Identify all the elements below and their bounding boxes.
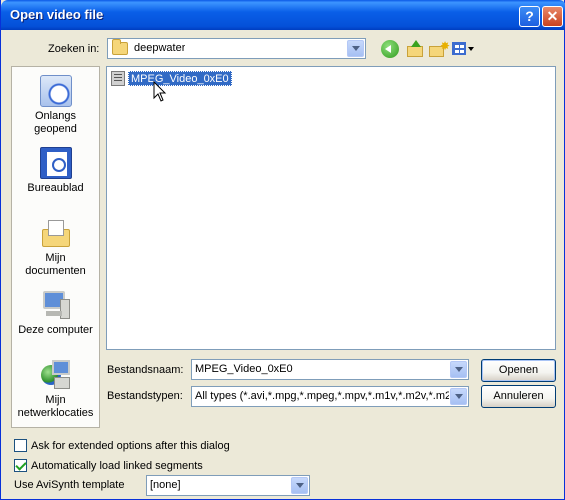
- back-icon[interactable]: [381, 40, 399, 58]
- desktop-icon: [39, 147, 72, 179]
- filename-value: MPEG_Video_0xE0: [195, 363, 293, 375]
- place-label: Onlangs geopend: [34, 110, 77, 135]
- new-folder-icon[interactable]: ✸: [429, 40, 450, 58]
- place-my-computer[interactable]: Deze computer: [12, 289, 99, 337]
- my-computer-icon: [40, 289, 72, 321]
- place-label: Mijn netwerklocaties: [17, 394, 94, 419]
- avisynth-value: [none]: [150, 479, 181, 491]
- network-places-icon: [40, 359, 72, 391]
- place-label: Bureaublad: [27, 182, 84, 194]
- linked-segments-label: Automatically load linked segments: [31, 460, 203, 472]
- place-desktop[interactable]: Bureaublad: [12, 147, 99, 195]
- cancel-button[interactable]: Annuleren: [481, 385, 556, 408]
- place-label: Deze computer: [18, 324, 93, 336]
- filename-label: Bestandsnaam:: [107, 364, 184, 376]
- filename-field[interactable]: MPEG_Video_0xE0: [191, 359, 469, 380]
- place-label: Mijn documenten: [25, 252, 86, 277]
- chevron-down-icon[interactable]: [347, 40, 364, 57]
- view-menu-icon[interactable]: [452, 40, 474, 58]
- avisynth-label: Use AviSynth template: [14, 479, 125, 491]
- place-my-documents[interactable]: Mijn documenten: [12, 217, 99, 278]
- places-bar: Onlangs geopend Bureaublad Mijn document…: [11, 66, 100, 428]
- title-bar[interactable]: Open video file ? ✕: [1, 0, 565, 30]
- filetype-value: All types (*.avi,*.mpg,*.mpeg,*.mpv,*.m1…: [195, 390, 449, 402]
- file-list[interactable]: MPEG_Video_0xE0: [106, 66, 556, 350]
- my-documents-icon: [40, 217, 72, 249]
- filetype-dropdown[interactable]: All types (*.avi,*.mpg,*.mpeg,*.mpv,*.m1…: [191, 386, 469, 407]
- close-button[interactable]: ✕: [542, 6, 563, 27]
- look-in-dropdown[interactable]: deepwater: [107, 38, 366, 59]
- chevron-down-icon[interactable]: [291, 477, 308, 494]
- open-video-dialog: Open video file ? ✕ Zoeken in: deepwater…: [0, 0, 565, 500]
- open-button[interactable]: Openen: [481, 359, 556, 382]
- extended-options-checkbox[interactable]: [14, 439, 27, 452]
- up-folder-icon[interactable]: [406, 40, 424, 58]
- place-recent[interactable]: Onlangs geopend: [12, 75, 99, 136]
- place-network[interactable]: Mijn netwerklocaties: [12, 359, 99, 420]
- avisynth-dropdown[interactable]: [none]: [146, 475, 310, 496]
- file-name: MPEG_Video_0xE0: [128, 71, 232, 86]
- filetype-label: Bestandstypen:: [107, 390, 183, 402]
- linked-segments-checkbox[interactable]: [14, 459, 27, 472]
- video-file-icon: [111, 71, 125, 86]
- extended-options-label: Ask for extended options after this dial…: [31, 440, 230, 452]
- look-in-label: Zoeken in:: [48, 43, 100, 55]
- look-in-value: deepwater: [134, 42, 186, 54]
- recent-documents-icon: [39, 75, 72, 107]
- folder-icon: [112, 39, 128, 55]
- window-title: Open video file: [10, 7, 104, 22]
- help-button[interactable]: ?: [519, 6, 540, 27]
- chevron-down-icon[interactable]: [450, 388, 467, 405]
- chevron-down-icon[interactable]: [450, 361, 467, 378]
